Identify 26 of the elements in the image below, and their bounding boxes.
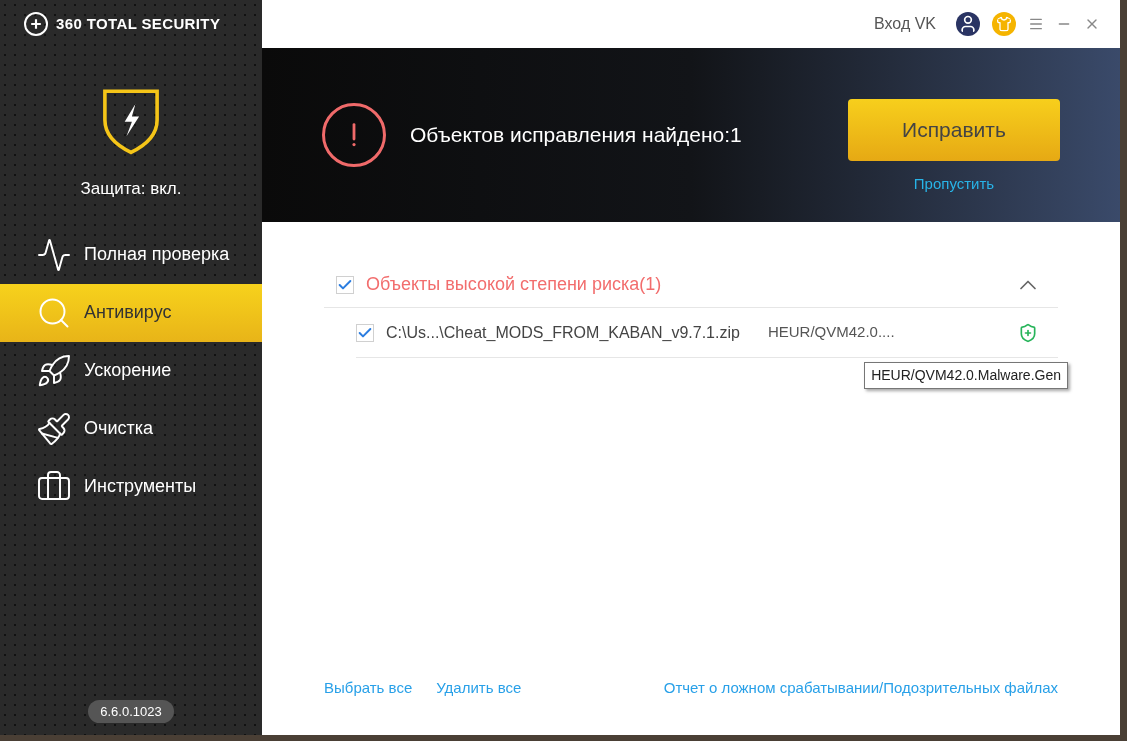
sidebar-item[interactable]: Полная проверка [0,225,262,284]
file-path: C:\Us...\Cheat_MODS_FROM_KABAN_v9.7.1.zip [386,322,740,343]
tooltip: HEUR/QVM42.0.Malware.Gen [864,362,1068,389]
app-logo: 360 TOTAL SECURITY [56,13,221,34]
protection-status: Защита: вкл. [80,178,182,200]
login-link[interactable]: Вход VK [874,12,936,36]
sidebar-item[interactable]: Антивирус [0,283,262,342]
skip-link[interactable]: Пропустить [913,172,995,196]
sidebar-item[interactable]: Инструменты [0,457,262,516]
checkbox[interactable] [336,275,354,294]
version-badge: 6.6.0.1023 [88,699,174,723]
menu-icon[interactable] [1028,16,1044,32]
sidebar-item[interactable]: Очистка [0,399,262,458]
trust-icon[interactable] [1018,322,1038,343]
logo-icon [24,12,48,36]
skin-icon[interactable] [992,12,1016,36]
sidebar-item[interactable]: Ускорение [0,341,262,400]
threat-name: HEUR/QVM42.0.... [767,322,895,343]
user-avatar-icon[interactable] [956,12,980,36]
group-title: Объекты высокой степени риска(1) [366,273,662,296]
alert-icon [322,103,386,167]
fix-button[interactable]: Исправить [848,98,1060,161]
result-message: Объектов исправления найдено:1 [410,122,742,149]
checkbox[interactable] [356,323,374,342]
brush-icon [36,410,72,447]
rocket-icon [36,352,72,389]
